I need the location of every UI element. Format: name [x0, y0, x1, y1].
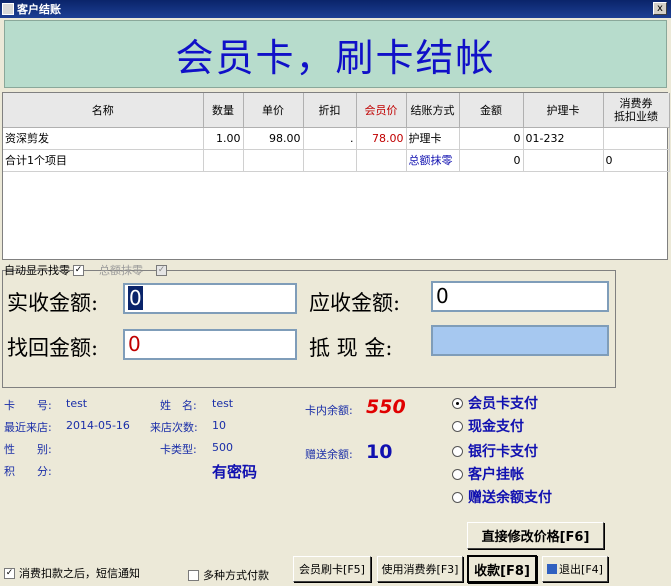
gift-balance-value: 10 [366, 441, 393, 463]
banner: 会员卡，刷卡结帐 [4, 20, 667, 88]
sms-notify-option[interactable]: ✓ 消费扣款之后，短信通知 [4, 565, 140, 581]
card-balance-label: 卡内余额: [305, 404, 353, 417]
visits-value: 10 [212, 419, 226, 432]
radio-label: 赠送余额支付 [468, 490, 552, 506]
use-voucher-button[interactable]: 使用消费券[F3] [377, 556, 463, 582]
radio-label: 会员卡支付 [468, 396, 538, 412]
multi-pay-option[interactable]: 多种方式付款 [188, 567, 269, 583]
card-type-value: 500 [212, 441, 233, 454]
exit-button[interactable]: 退出[F4] [542, 556, 608, 582]
pay-gift-balance-radio[interactable]: 赠送余额支付 [452, 487, 552, 507]
col-discount[interactable]: 折扣 [303, 93, 357, 128]
pay-on-account-radio[interactable]: 客户挂帐 [452, 464, 524, 484]
cash-amount-input[interactable] [431, 325, 609, 356]
banner-text: 会员卡，刷卡结帐 [175, 35, 496, 80]
radio-dot [452, 491, 463, 503]
cell-card[interactable]: 01-232 [523, 127, 604, 150]
cell-method[interactable]: 护理卡 [406, 127, 460, 150]
items-table: 名称 数量 单价 折扣 会员价 结账方式 金额 护理卡 消费券 抵扣业绩 资深剪… [2, 92, 670, 260]
radio-label: 现金支付 [468, 419, 524, 435]
col-method[interactable]: 结账方式 [406, 93, 460, 128]
card-no-label: 卡 号: [4, 399, 52, 412]
name-value: test [212, 397, 234, 410]
exit-icon [547, 564, 558, 574]
cell-method: 总额抹零 [406, 149, 460, 172]
last-visit-value: 2014-05-16 [66, 419, 130, 432]
points-label: 积 分: [4, 465, 52, 478]
pay-bank-card-radio[interactable]: 银行卡支付 [452, 441, 538, 461]
multi-pay-label: 多种方式付款 [203, 569, 269, 582]
visits-label: 来店次数: [150, 421, 198, 434]
col-amount[interactable]: 金额 [459, 93, 524, 128]
cell-card [523, 149, 604, 172]
close-button[interactable]: x [653, 2, 667, 15]
col-voucher[interactable]: 消费券 抵扣业绩 [603, 93, 670, 128]
table-row[interactable]: 资深剪发 1.00 98.00 . 78.00 护理卡 0 01-232 [3, 127, 670, 150]
radio-dot [452, 468, 463, 480]
cell-voucher: 0 [603, 149, 670, 172]
col-qty[interactable]: 数量 [203, 93, 244, 128]
auto-change-label: 自动显示找零 [4, 264, 70, 277]
modify-price-button[interactable]: 直接修改价格[F6] [467, 522, 604, 549]
card-no-value: test [66, 397, 88, 410]
auto-change-checkbox[interactable]: ✓ [73, 264, 84, 276]
cash-label: 抵 现 金: [309, 336, 393, 360]
radio-dot [452, 445, 463, 457]
cell-discount [303, 149, 357, 172]
amounts-panel: 实收金额: 0 应收金额: 0 找回金额: 0 抵 现 金: [2, 270, 616, 388]
cell-name: 资深剪发 [3, 127, 204, 150]
total-round-checkbox[interactable]: ✓ [156, 264, 167, 276]
col-price[interactable]: 单价 [243, 93, 304, 128]
last-visit-label: 最近来店: [4, 421, 52, 434]
cell-price [243, 149, 304, 172]
collect-payment-button[interactable]: 收款[F8] [467, 555, 537, 583]
radio-dot [452, 397, 463, 409]
swipe-card-button[interactable]: 会员刷卡[F5] [293, 556, 371, 582]
table-header-row: 名称 数量 单价 折扣 会员价 结账方式 金额 护理卡 消费券 抵扣业绩 [3, 93, 670, 128]
options-row: 自动显示找零 ✓ 总额抹零 ✓ [4, 263, 167, 277]
cell-price[interactable]: 98.00 [243, 127, 304, 150]
col-member-price[interactable]: 会员价 [356, 93, 407, 128]
radio-dot [452, 420, 463, 432]
cell-member-price [356, 149, 407, 172]
gender-label: 性 别: [4, 443, 52, 456]
change-amount-input[interactable]: 0 [123, 329, 297, 360]
col-card[interactable]: 护理卡 [523, 93, 604, 128]
name-label: 姓 名: [160, 399, 197, 412]
due-label: 应收金额: [309, 291, 401, 315]
multi-pay-checkbox[interactable] [188, 569, 199, 581]
app-icon [2, 3, 14, 15]
actual-amount-value: 0 [128, 286, 143, 310]
title-bar: 客户结账 x [0, 0, 671, 18]
actual-amount-input[interactable]: 0 [123, 283, 297, 314]
cell-amount[interactable]: 0 [459, 127, 524, 150]
change-label: 找回金额: [7, 336, 99, 360]
card-type-label: 卡类型: [160, 443, 197, 456]
cell-discount[interactable]: . [303, 127, 357, 150]
actual-label: 实收金额: [7, 291, 99, 315]
window-title: 客户结账 [17, 3, 61, 16]
pay-member-card-radio[interactable]: 会员卡支付 [452, 393, 538, 413]
card-balance-value: 550 [366, 396, 406, 418]
cell-name: 合计1个项目 [3, 149, 204, 172]
cell-qty[interactable]: 1.00 [203, 127, 244, 150]
sms-notify-checkbox[interactable]: ✓ [4, 567, 15, 579]
radio-label: 银行卡支付 [468, 444, 538, 460]
table-row-total: 合计1个项目 总额抹零 0 0 [3, 149, 670, 172]
due-amount-input[interactable]: 0 [431, 281, 609, 312]
cell-member-price[interactable]: 78.00 [356, 127, 407, 150]
cell-amount: 0 [459, 149, 524, 172]
cell-qty [203, 149, 244, 172]
password-status: 有密码 [212, 463, 258, 481]
sms-notify-label: 消费扣款之后，短信通知 [19, 567, 140, 580]
col-name[interactable]: 名称 [3, 93, 204, 128]
exit-label: 退出[F4] [559, 563, 603, 576]
total-round-label: 总额抹零 [99, 264, 143, 277]
cell-voucher[interactable] [603, 127, 670, 150]
gift-balance-label: 赠送余额: [305, 448, 353, 461]
radio-label: 客户挂帐 [468, 467, 524, 483]
pay-cash-radio[interactable]: 现金支付 [452, 416, 524, 436]
